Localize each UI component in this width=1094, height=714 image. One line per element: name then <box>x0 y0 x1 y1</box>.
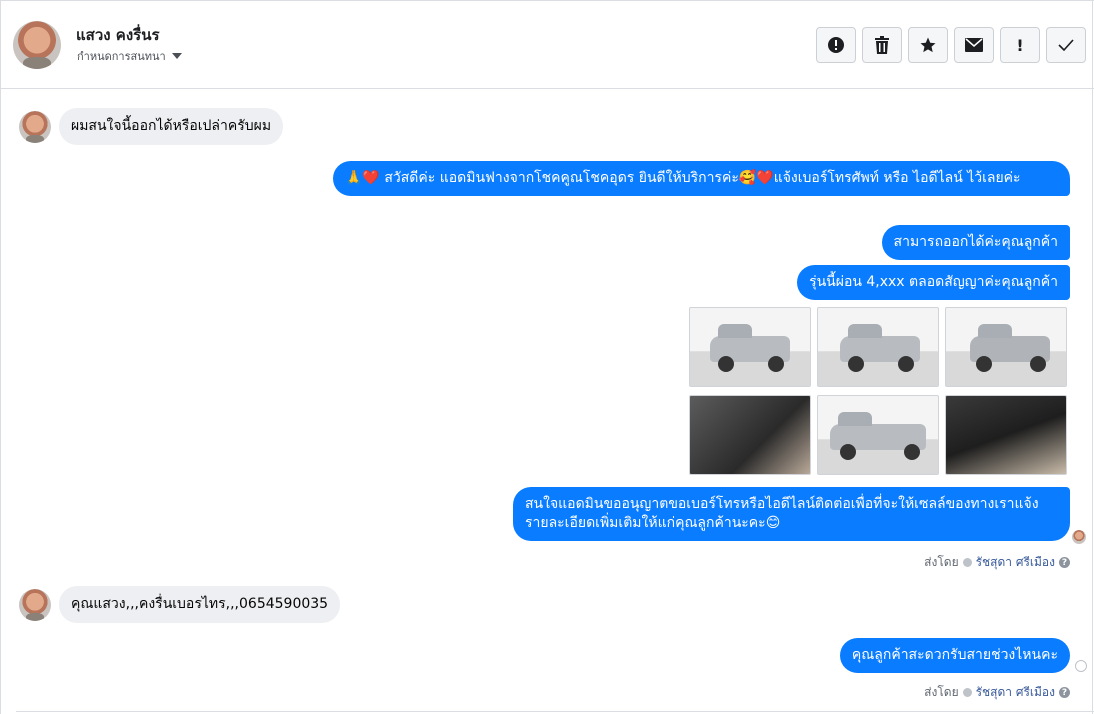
star-button[interactable] <box>908 27 948 63</box>
mark-done-button[interactable] <box>1046 27 1086 63</box>
report-spam-button[interactable] <box>816 27 856 63</box>
sent-by-label: ส่งโดย <box>924 685 959 699</box>
car-photo[interactable] <box>817 395 939 475</box>
car-photo[interactable] <box>689 307 811 387</box>
outgoing-message[interactable]: 🙏❤️ สวัสดีค่ะ แอดมินฟางจากโชคคูณโชคอุดร … <box>333 161 1070 196</box>
contact-name[interactable]: แสวง คงรื่นร <box>76 23 160 47</box>
help-icon[interactable]: ? <box>1059 687 1070 698</box>
contact-avatar[interactable] <box>13 21 61 69</box>
check-icon <box>1058 39 1074 51</box>
seen-avatar <box>1072 530 1086 544</box>
car-photo[interactable] <box>945 307 1067 387</box>
incoming-message: คุณแสวง,,,คงรื่นเบอรไทร,,,0654590035 <box>19 586 341 623</box>
alert-circle-icon <box>828 37 844 53</box>
sent-by-info: ส่งโดย รัชสุดา ศรีเมือง ? <box>924 553 1070 572</box>
agent-status-icon <box>962 558 972 567</box>
outgoing-message[interactable]: รุ่นนี้ผ่อน 4,xxx ตลอดสัญญาค่ะคุณลูกค้า <box>797 265 1070 300</box>
conversation-header: แสวง คงรื่นร กำหนดการสนทนา ! <box>0 0 1094 89</box>
sent-status-icon <box>1075 660 1087 672</box>
delete-button[interactable] <box>862 27 902 63</box>
message-bubble[interactable]: คุณแสวง,,,คงรื่นเบอรไทร,,,0654590035 <box>59 586 341 623</box>
car-photo[interactable] <box>817 307 939 387</box>
outgoing-message[interactable]: สามารถออกได้ค่ะคุณลูกค้า <box>881 225 1070 260</box>
agent-status-icon <box>962 688 972 697</box>
car-photo[interactable] <box>945 395 1067 475</box>
photo-gallery <box>689 307 1069 475</box>
sent-by-info: ส่งโดย รัชสุดา ศรีเมือง ? <box>924 683 1070 702</box>
trash-icon <box>875 36 889 54</box>
star-icon <box>920 37 936 53</box>
sent-by-label: ส่งโดย <box>924 555 959 569</box>
action-toolbar: ! <box>816 27 1086 63</box>
sender-avatar[interactable] <box>19 110 51 143</box>
mark-important-button[interactable]: ! <box>1000 27 1040 63</box>
assign-conversation-dropdown[interactable]: กำหนดการสนทนา <box>77 47 182 65</box>
agent-name-link[interactable]: รัชสุดา ศรีเมือง <box>976 683 1055 702</box>
outgoing-message[interactable]: สนใจแอดมินขออนุญาตขอเบอร์โทรหรือไอดีไลน์… <box>513 487 1070 541</box>
outgoing-message[interactable]: คุณลูกค้าสะดวกรับสายช่วงไหนคะ <box>839 638 1070 673</box>
message-bubble[interactable]: ผมสนใจนี้ออกได้หรือเปล่าครับผม <box>59 108 284 145</box>
mark-unread-button[interactable] <box>954 27 994 63</box>
car-photo[interactable] <box>689 395 811 475</box>
incoming-message: ผมสนใจนี้ออกได้หรือเปล่าครับผม <box>19 108 284 145</box>
mail-icon <box>965 38 983 52</box>
assign-label: กำหนดการสนทนา <box>77 50 166 63</box>
exclamation-icon: ! <box>1016 35 1024 55</box>
sender-avatar[interactable] <box>19 588 51 621</box>
help-icon[interactable]: ? <box>1059 557 1070 568</box>
caret-down-icon <box>171 53 182 59</box>
agent-name-link[interactable]: รัชสุดา ศรีเมือง <box>976 553 1055 572</box>
composer-divider <box>16 711 1094 712</box>
